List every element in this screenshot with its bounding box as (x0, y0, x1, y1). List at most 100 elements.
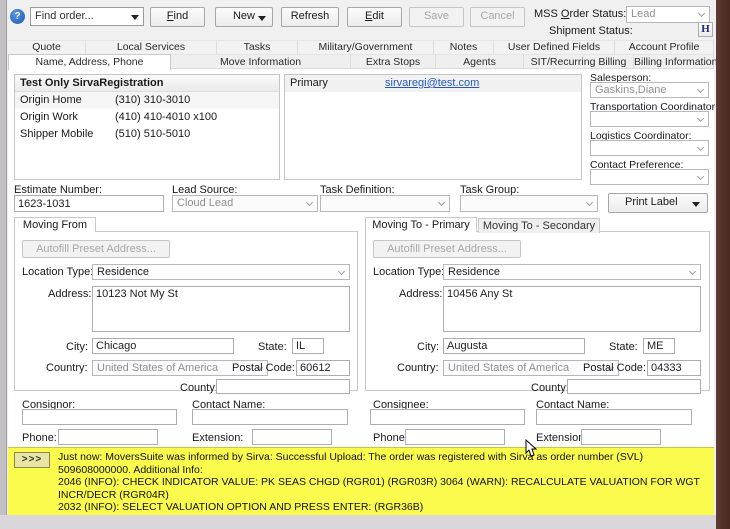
consignor-extension-input[interactable] (252, 429, 332, 445)
phone-type: Origin Work (20, 111, 115, 126)
consignor-contact-name-input[interactable] (192, 409, 348, 425)
salesperson-select[interactable]: Gaskins,Diane (590, 82, 709, 98)
dest-state-input[interactable] (643, 338, 675, 354)
tab-billing-information[interactable]: Billing Information (634, 54, 714, 69)
country-label: Country: (46, 362, 88, 374)
task-definition-select (320, 195, 450, 212)
help-icon[interactable]: ? (10, 9, 25, 24)
edit-button[interactable]: Edit (347, 7, 402, 27)
chevron-down-icon[interactable] (697, 86, 704, 93)
find-button[interactable]: Find (150, 7, 205, 27)
consignee-contact-name-input[interactable] (536, 409, 692, 425)
consignee-phone-input[interactable] (405, 429, 505, 445)
dest-location-type-select[interactable]: Residence (443, 264, 701, 280)
origin-state-input[interactable] (292, 338, 324, 354)
tab-user-defined-fields[interactable]: User Defined Fields (494, 40, 615, 54)
chevron-down-icon[interactable] (689, 268, 696, 275)
history-button[interactable]: H (698, 22, 713, 37)
tab-sit-recurring-billing[interactable]: SIT/Recurring Billing (524, 54, 634, 69)
chevron-down-icon[interactable] (338, 268, 345, 275)
consignor-input[interactable] (22, 409, 177, 425)
consignee-extension-input[interactable] (581, 429, 661, 445)
postal-code-label: Postal Code: (232, 362, 295, 374)
phone-label: Phone: (22, 432, 57, 444)
mss-order-status-select[interactable]: Lead (626, 6, 710, 23)
save-button: Save (409, 7, 464, 27)
phone-row[interactable]: Origin Work (410) 410-4010 x100 (15, 109, 279, 126)
email-row[interactable]: Primary sirvaregi@test.com (285, 75, 581, 92)
chevron-down-icon[interactable] (697, 144, 704, 151)
origin-address-textarea[interactable]: 10123 Not My St (92, 286, 350, 332)
phone-number: (310) 310-3010 (115, 94, 190, 109)
dest-city-input[interactable] (443, 338, 585, 354)
tab-military-government[interactable]: Military/Government (298, 40, 434, 54)
task-group-select (460, 195, 598, 212)
origin-postal-input[interactable] (296, 360, 350, 376)
tab-extra-stops[interactable]: Extra Stops (351, 54, 436, 69)
country-label: Country: (397, 362, 439, 374)
chevron-down-icon (438, 199, 445, 206)
tab-notes[interactable]: Notes (434, 40, 494, 54)
tab-quote[interactable]: Quote (8, 40, 86, 54)
dest-postal-input[interactable] (647, 360, 701, 376)
phone-row[interactable]: Origin Home (310) 310-3010 (15, 92, 279, 109)
consignor-phone-input[interactable] (58, 429, 158, 445)
refresh-button[interactable]: Refresh (281, 7, 339, 27)
new-button[interactable]: New (215, 7, 273, 27)
tab-moving-to-secondary[interactable]: Moving To - Secondary (478, 218, 600, 233)
tab-move-information[interactable]: Move Information (171, 54, 351, 69)
extension-label: Extension: (192, 432, 243, 444)
email-type: Primary (290, 77, 385, 92)
autofill-preset-address-button: Autofill Preset Address... (373, 240, 521, 258)
salesperson-value: Gaskins,Diane (595, 84, 667, 96)
phone-number: (410) 410-4010 x100 (115, 111, 217, 126)
logistics-coordinator-select[interactable] (590, 140, 709, 156)
state-label: State: (258, 341, 287, 353)
tab-moving-from[interactable]: Moving From (14, 217, 96, 232)
dropdown-arrow-icon[interactable] (258, 16, 266, 21)
origin-county-input[interactable] (216, 379, 350, 394)
find-order-combobox[interactable]: Find order... (30, 7, 144, 26)
chevron-down-icon[interactable] (698, 10, 705, 17)
window-edge-right (716, 0, 730, 529)
transportation-coordinator-select[interactable] (590, 111, 709, 127)
tab-tasks[interactable]: Tasks (217, 40, 298, 54)
customer-name: Test Only SirvaRegistration (15, 75, 279, 92)
cancel-button: Cancel (470, 7, 525, 27)
app-window: ? Find order... Find New Refresh Edit Sa… (0, 0, 730, 529)
tab-strip-row1: Quote Local Services Tasks Military/Gove… (8, 40, 714, 54)
contact-preference-select[interactable] (590, 169, 709, 185)
notification-expander-button[interactable]: >>> (14, 452, 50, 468)
email-link[interactable]: sirvaregi@test.com (385, 77, 479, 92)
address-label: Address: (48, 288, 91, 300)
notification-line: 2032 (INFO): SELECT VALUATION OPTION AND… (58, 501, 710, 514)
estimate-number-input[interactable] (14, 195, 164, 212)
city-label: City: (417, 341, 439, 353)
print-label-button[interactable]: Print Label (608, 193, 708, 213)
tab-name-address-phone[interactable]: Name, Address, Phone (8, 54, 171, 70)
phone-row[interactable]: Shipper Mobile (510) 510-5010 (15, 126, 279, 143)
tab-account-profile[interactable]: Account Profile (615, 40, 714, 54)
sirva-notification-bar: >>> Just now: MoversSuite was informed b… (8, 447, 714, 515)
chevron-down-icon[interactable] (697, 173, 704, 180)
consignee-input[interactable] (370, 409, 525, 425)
origin-city-input[interactable] (92, 338, 234, 354)
postal-code-label: Postal Code: (583, 362, 646, 374)
county-label: County: (531, 382, 569, 394)
chevron-down-icon[interactable] (697, 115, 704, 122)
notification-line: Just now: MoversSuite was informed by Si… (58, 451, 710, 476)
dest-county-input[interactable] (567, 379, 701, 394)
county-label: County: (180, 382, 218, 394)
shipment-status-label: Shipment Status: (549, 25, 633, 37)
city-label: City: (66, 341, 88, 353)
dest-address-textarea[interactable]: 10456 Any St (443, 286, 701, 332)
tab-local-services[interactable]: Local Services (86, 40, 217, 54)
tab-moving-to-primary[interactable]: Moving To - Primary (365, 217, 477, 232)
location-type-label: Location Type: (373, 266, 444, 278)
dropdown-arrow-icon[interactable] (131, 15, 139, 20)
address-label: Address: (399, 288, 442, 300)
tab-agents[interactable]: Agents (436, 54, 524, 69)
dropdown-arrow-icon[interactable] (692, 202, 700, 207)
phone-label: Phone: (373, 432, 408, 444)
location-type-select[interactable]: Residence (92, 264, 350, 280)
